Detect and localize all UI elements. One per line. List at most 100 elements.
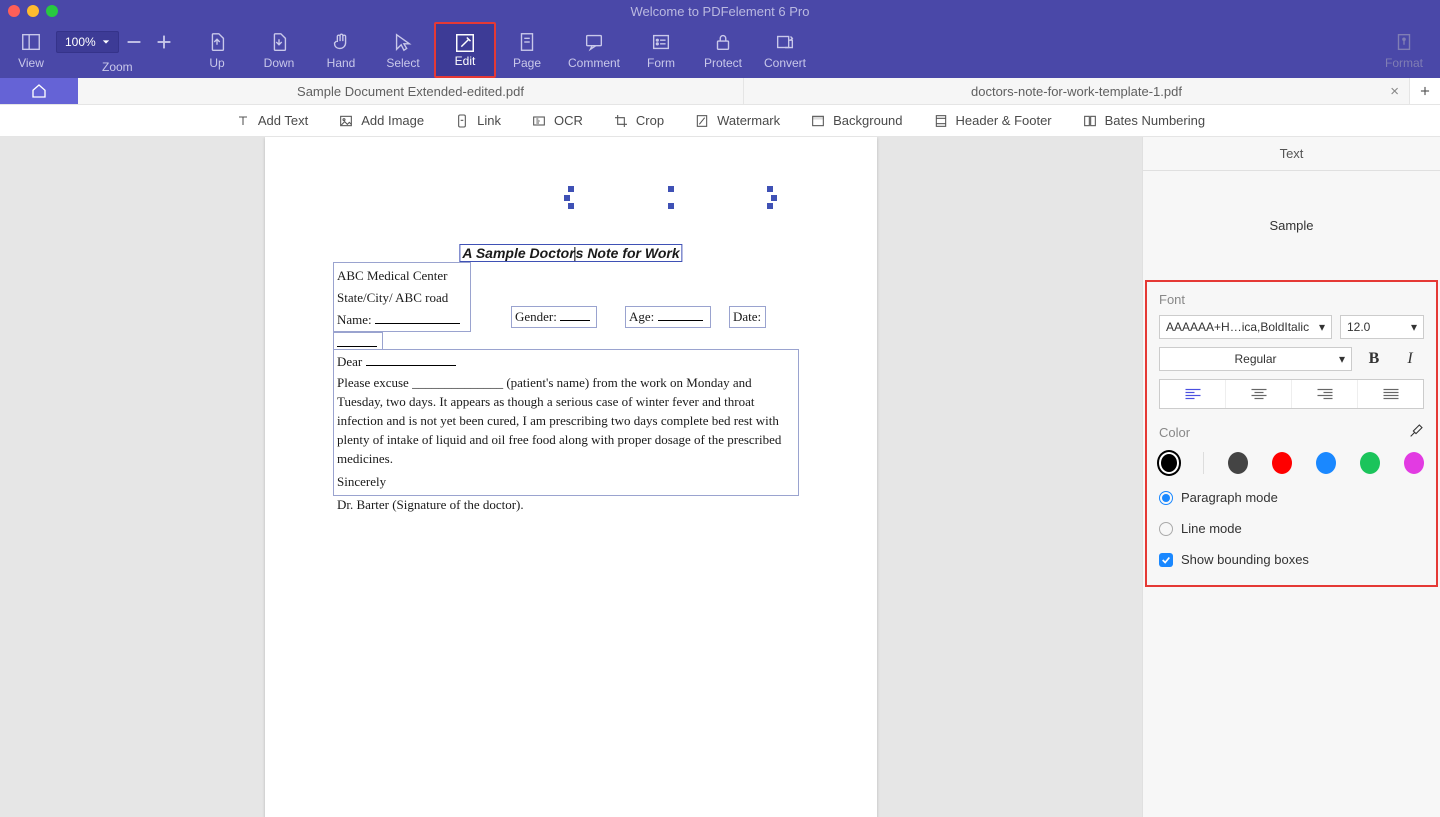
font-family-select[interactable]: AAAAAA+H…ica,BoldItalic▾ (1159, 315, 1332, 339)
format-panel: Text Sample Font AAAAAA+H…ica,BoldItalic… (1142, 137, 1440, 817)
form-tool[interactable]: Form (630, 22, 692, 78)
date-label: Date: (733, 309, 761, 324)
med-center: ABC Medical Center (337, 265, 467, 287)
crop-button[interactable]: Crop (613, 113, 664, 129)
divider (1203, 452, 1204, 474)
zoom-label: Zoom (102, 60, 133, 74)
new-tab-button[interactable] (1410, 78, 1440, 104)
zoom-out-button[interactable] (119, 27, 149, 57)
radio-unchecked-icon[interactable] (1159, 522, 1173, 536)
underline (658, 309, 703, 321)
header-footer-label: Header & Footer (956, 113, 1052, 128)
zoom-in-button[interactable] (149, 27, 179, 57)
dear-label: Dear (337, 354, 362, 369)
chevron-down-icon: ▾ (1411, 320, 1417, 334)
font-weight-select[interactable]: Regular▾ (1159, 347, 1352, 371)
color-swatches (1159, 452, 1424, 474)
color-swatch-black[interactable] (1159, 452, 1179, 474)
format-tool[interactable]: Format (1374, 22, 1434, 78)
ocr-button[interactable]: OCR (531, 113, 583, 129)
age-label: Age: (629, 309, 654, 324)
italic-button[interactable]: I (1396, 347, 1424, 371)
text-block[interactable] (333, 332, 383, 350)
window-titlebar: Welcome to PDFelement 6 Pro (0, 0, 1440, 22)
add-image-button[interactable]: Add Image (338, 113, 424, 129)
document-tabstrip: Sample Document Extended-edited.pdf doct… (0, 78, 1440, 105)
close-tab-icon[interactable]: × (1390, 83, 1399, 100)
edit-subtoolbar: Add Text Add Image Link OCR Crop Waterma… (0, 105, 1440, 137)
align-left-button[interactable] (1160, 380, 1226, 408)
text-block[interactable]: ABC Medical Center State/City/ ABC road … (333, 262, 471, 332)
chevron-down-icon: ▾ (1319, 320, 1325, 334)
form-label: Form (647, 56, 675, 70)
show-boxes-checkbox[interactable]: Show bounding boxes (1159, 552, 1424, 567)
align-center-button[interactable] (1226, 380, 1292, 408)
selection-handle-icon[interactable] (668, 203, 674, 209)
radio-checked-icon[interactable] (1159, 491, 1173, 505)
font-section-label: Font (1159, 292, 1424, 307)
window-title: Welcome to PDFelement 6 Pro (631, 4, 810, 19)
text-block[interactable]: Date: (729, 306, 766, 328)
document-tab-1[interactable]: doctors-note-for-work-template-1.pdf × (744, 78, 1410, 104)
color-swatch-gray[interactable] (1228, 452, 1248, 474)
text-block[interactable]: Gender: (511, 306, 597, 328)
color-swatch-blue[interactable] (1316, 452, 1336, 474)
text-block[interactable]: Dear Please excuse ______________ (patie… (333, 349, 799, 496)
home-tab[interactable] (0, 78, 78, 104)
checkbox-checked-icon[interactable] (1159, 553, 1173, 567)
background-button[interactable]: Background (810, 113, 902, 129)
pdf-page[interactable]: A Sample Doctors Note for Work ABC Medic… (265, 137, 877, 817)
panel-tab-text[interactable]: Text (1143, 137, 1440, 171)
down-tool[interactable]: Down (248, 22, 310, 78)
convert-tool[interactable]: Convert (754, 22, 816, 78)
protect-tool[interactable]: Protect (692, 22, 754, 78)
window-traffic-lights (8, 5, 58, 17)
selection-handle-icon[interactable] (767, 186, 773, 192)
selection-handle-icon[interactable] (767, 203, 773, 209)
canvas-area[interactable]: A Sample Doctors Note for Work ABC Medic… (0, 137, 1142, 817)
selection-handle-icon[interactable] (564, 195, 570, 201)
name-label: Name: (337, 312, 372, 327)
add-text-button[interactable]: Add Text (235, 113, 308, 129)
hand-label: Hand (327, 56, 356, 70)
edit-tool[interactable]: Edit (436, 24, 494, 76)
document-tab-0[interactable]: Sample Document Extended-edited.pdf (78, 78, 744, 104)
close-window-icon[interactable] (8, 5, 20, 17)
background-label: Background (833, 113, 902, 128)
edit-tool-highlight: Edit (434, 22, 496, 78)
minimize-window-icon[interactable] (27, 5, 39, 17)
underline (375, 312, 460, 324)
selection-handle-icon[interactable] (668, 186, 674, 192)
header-footer-button[interactable]: Header & Footer (933, 113, 1052, 129)
maximize-window-icon[interactable] (46, 5, 58, 17)
view-tool[interactable]: View (6, 22, 56, 78)
color-swatch-red[interactable] (1272, 452, 1292, 474)
selection-handle-icon[interactable] (771, 195, 777, 201)
text-block[interactable]: Age: (625, 306, 711, 328)
select-tool[interactable]: Select (372, 22, 434, 78)
link-button[interactable]: Link (454, 113, 501, 129)
color-swatch-magenta[interactable] (1404, 452, 1424, 474)
page-tool[interactable]: Page (496, 22, 558, 78)
paragraph-mode-radio[interactable]: Paragraph mode (1159, 490, 1424, 505)
selection-handle-icon[interactable] (568, 203, 574, 209)
underline (560, 309, 590, 321)
page-label: Page (513, 56, 541, 70)
color-swatch-green[interactable] (1360, 452, 1380, 474)
font-size-select[interactable]: 12.0▾ (1340, 315, 1424, 339)
selection-handle-icon[interactable] (568, 186, 574, 192)
line-mode-radio[interactable]: Line mode (1159, 521, 1424, 536)
hand-tool[interactable]: Hand (310, 22, 372, 78)
bates-button[interactable]: Bates Numbering (1082, 113, 1205, 129)
eyedropper-icon[interactable] (1408, 423, 1424, 442)
align-right-button[interactable] (1292, 380, 1358, 408)
zoom-value: 100% (65, 35, 96, 49)
watermark-button[interactable]: Watermark (694, 113, 780, 129)
main-toolbar: View 100% Zoom Up Down Hand Select (0, 22, 1440, 78)
zoom-value-select[interactable]: 100% (56, 31, 119, 53)
bold-button[interactable]: B (1360, 347, 1388, 371)
align-justify-button[interactable] (1358, 380, 1423, 408)
comment-tool[interactable]: Comment (558, 22, 630, 78)
doc-title-text[interactable]: A Sample Doctors Note for Work (459, 244, 682, 262)
up-tool[interactable]: Up (186, 22, 248, 78)
